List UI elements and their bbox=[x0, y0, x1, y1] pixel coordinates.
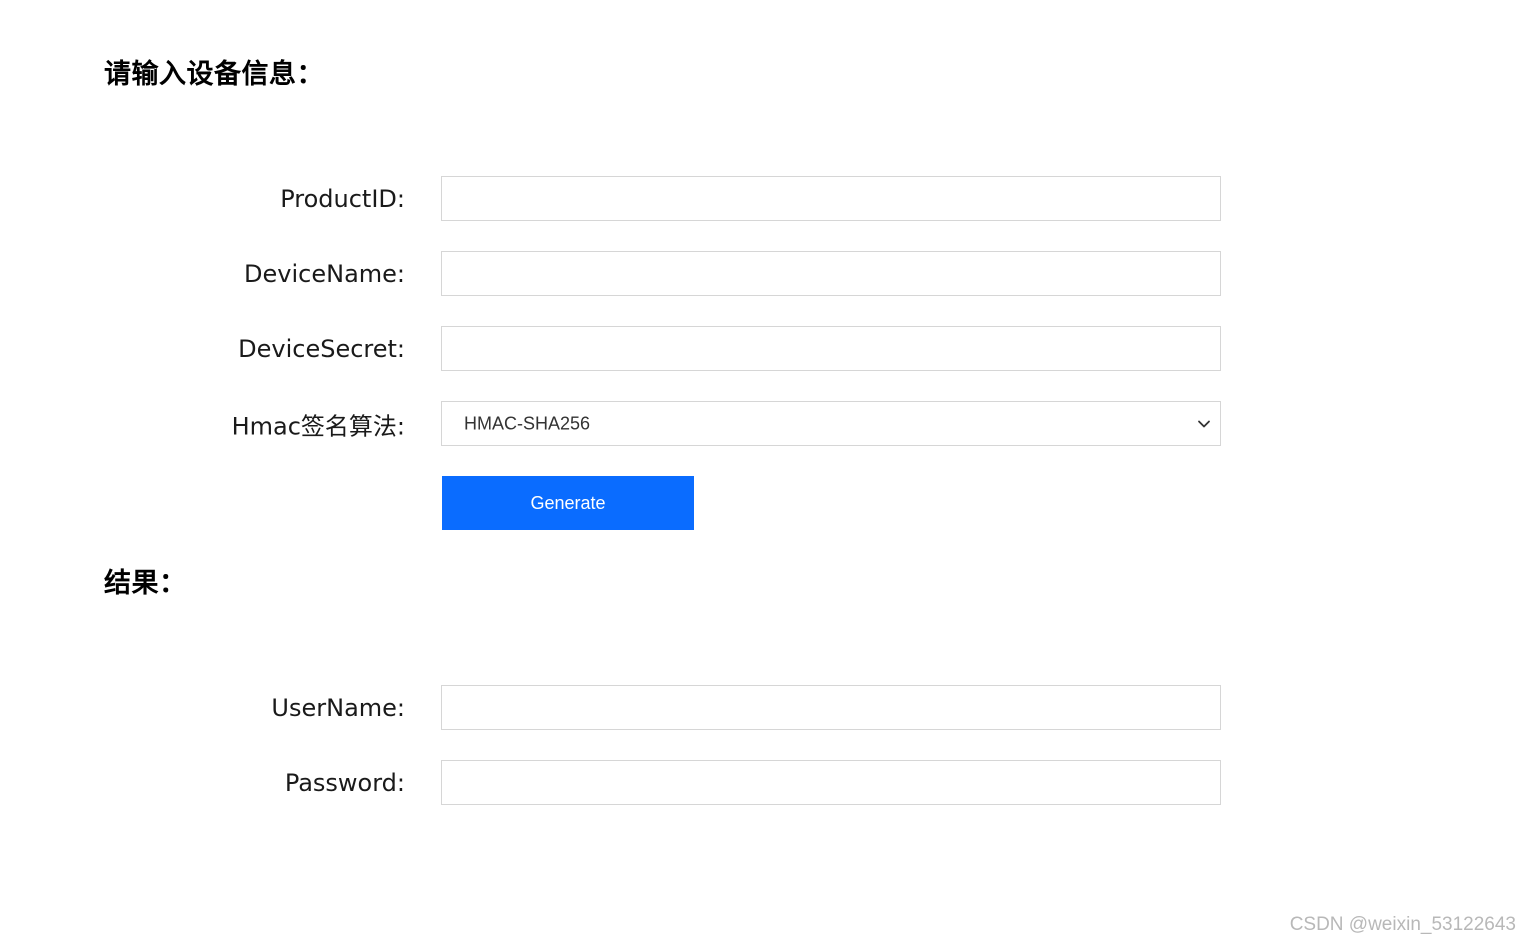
hmac-selected-value: HMAC-SHA256 bbox=[464, 413, 591, 433]
hmac-select[interactable]: HMAC-SHA256 bbox=[441, 401, 1221, 446]
username-output[interactable] bbox=[441, 685, 1221, 730]
device-name-input[interactable] bbox=[441, 251, 1221, 296]
password-label: Password: bbox=[284, 769, 405, 797]
device-secret-row: DeviceSecret: bbox=[0, 326, 1531, 372]
chevron-down-icon bbox=[1198, 420, 1210, 427]
password-output[interactable] bbox=[441, 760, 1221, 805]
device-secret-input[interactable] bbox=[441, 326, 1221, 371]
product-id-label: ProductID: bbox=[280, 185, 405, 213]
hmac-label: Hmac签名算法: bbox=[231, 412, 405, 441]
result-heading: 结果： bbox=[104, 568, 187, 599]
device-name-label: DeviceName: bbox=[244, 260, 405, 288]
product-id-row: ProductID: bbox=[0, 176, 1531, 222]
password-row: Password: bbox=[0, 760, 1531, 806]
username-label: UserName: bbox=[271, 694, 405, 722]
device-secret-label: DeviceSecret: bbox=[238, 335, 405, 363]
product-id-input[interactable] bbox=[441, 176, 1221, 221]
device-info-heading: 请输入设备信息： bbox=[104, 59, 324, 90]
hmac-row: Hmac签名算法: HMAC-SHA256 bbox=[0, 401, 1531, 447]
watermark: CSDN @weixin_53122643 bbox=[1289, 914, 1516, 935]
username-row: UserName: bbox=[0, 685, 1531, 731]
page: 请输入设备信息： ProductID: DeviceName: DeviceSe… bbox=[0, 0, 1531, 944]
generate-button[interactable]: Generate bbox=[442, 476, 694, 530]
device-name-row: DeviceName: bbox=[0, 251, 1531, 297]
